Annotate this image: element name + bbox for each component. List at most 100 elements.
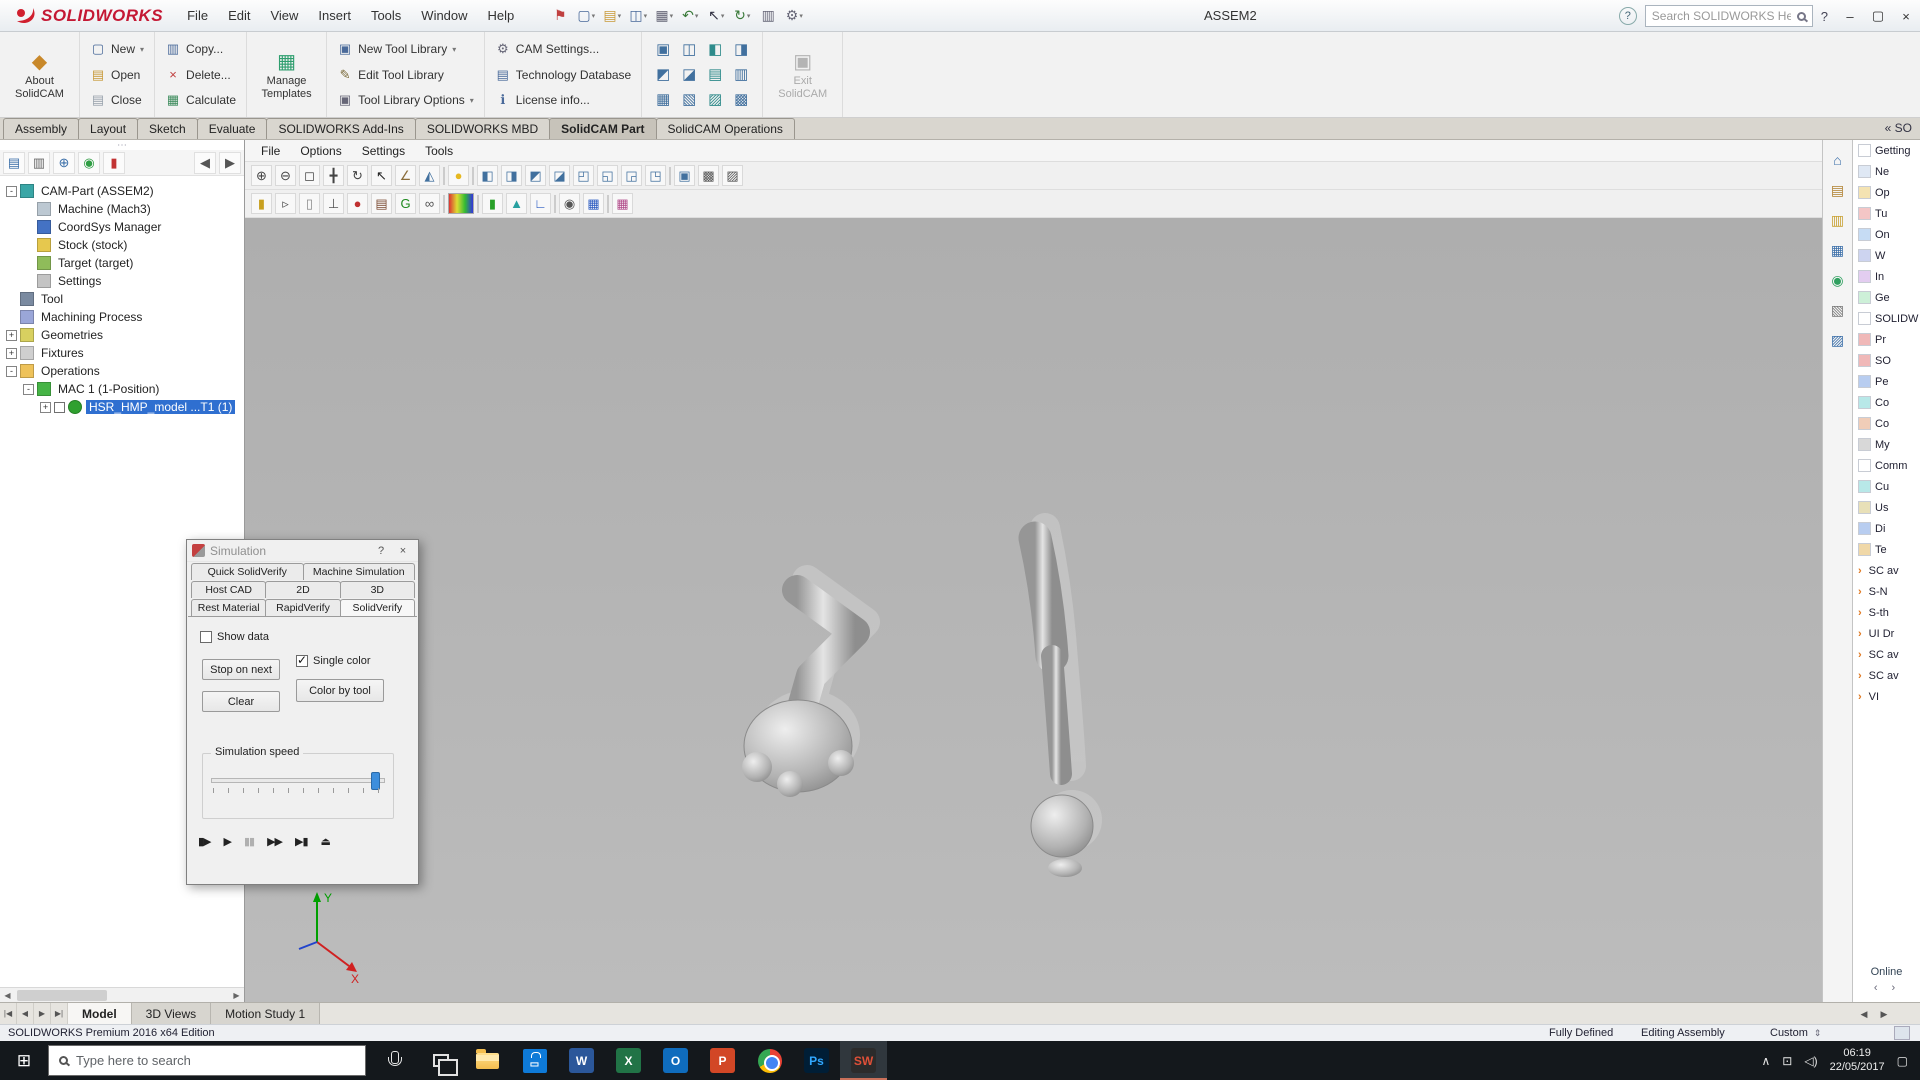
action-center-button[interactable]: ▢ — [1897, 1054, 1908, 1068]
close-button[interactable]: × — [1892, 2, 1920, 30]
select-button[interactable]: ↖ — [704, 4, 728, 28]
play-button[interactable]: ▶ — [224, 835, 231, 848]
taskpane-item[interactable]: In — [1853, 266, 1920, 287]
online-nav-arrows[interactable] — [1853, 982, 1920, 994]
show-holder-button[interactable]: ▲ — [506, 193, 527, 214]
measure-button[interactable]: ∠ — [395, 165, 416, 186]
taskpane-item[interactable]: Co — [1853, 413, 1920, 434]
tool-library-options-button[interactable]: ▣Tool Library Options — [337, 89, 474, 111]
color-scale[interactable] — [448, 193, 474, 214]
simulation-mode-tab[interactable]: Host CAD — [191, 581, 266, 598]
scroll-thumb[interactable] — [17, 990, 107, 1001]
simulation-mode-tab[interactable]: Rest Material — [191, 599, 266, 616]
license-info-button[interactable]: ℹLicense info... — [495, 89, 631, 111]
pane-right-button[interactable]: ▶ — [1874, 1003, 1894, 1025]
appearances-tab[interactable]: ◉ — [1828, 270, 1848, 290]
expander-icon[interactable]: + — [6, 330, 17, 341]
stop-on-next-button[interactable]: Stop on next — [202, 659, 280, 680]
edit-tool-library-button[interactable]: ✎Edit Tool Library — [337, 64, 474, 86]
machine-sim-button[interactable]: ▤ — [371, 193, 392, 214]
simulation-mode-tab[interactable]: Quick SolidVerify — [191, 563, 304, 580]
tree-tab-coordsys[interactable]: ⊕ — [53, 152, 75, 174]
new-tool-library-button[interactable]: ▣New Tool Library — [337, 38, 474, 60]
configuration-selector[interactable]: Custom — [1770, 1027, 1821, 1039]
command-tab[interactable]: Assembly — [3, 118, 79, 139]
taskpane-item[interactable]: Ne — [1853, 161, 1920, 182]
taskpane-item[interactable]: Ge — [1853, 287, 1920, 308]
eject-button[interactable]: ⏏ — [321, 835, 330, 848]
taskpane-item[interactable]: Co — [1853, 392, 1920, 413]
tree-item[interactable]: Settings — [0, 272, 244, 290]
zoom-in-button[interactable]: ⊕ — [251, 165, 272, 186]
help-search-input[interactable]: Search SOLIDWORKS Help — [1645, 5, 1813, 27]
view-right-button[interactable]: ◪ — [549, 165, 570, 186]
taskpane-item[interactable]: Te — [1853, 539, 1920, 560]
task-view-button[interactable] — [417, 1041, 464, 1080]
item-checkbox[interactable] — [54, 402, 65, 413]
scroll-right-icon[interactable] — [229, 988, 244, 1003]
report-button[interactable]: ▦ — [612, 193, 633, 214]
simulation-mode-tab[interactable]: SolidVerify — [340, 599, 415, 616]
menu-item[interactable]: Window — [411, 0, 477, 31]
cam-new-button[interactable]: ▢New — [90, 38, 144, 60]
taskpane-item[interactable]: UI Dr — [1853, 623, 1920, 644]
taskpane-item[interactable]: SOLIDW — [1853, 308, 1920, 329]
menu-item[interactable]: Help — [478, 0, 525, 31]
speed-slider[interactable] — [211, 778, 385, 783]
cortana-mic-button[interactable] — [370, 1041, 417, 1080]
tree-item[interactable]: - MAC 1 (1-Position) — [0, 380, 244, 398]
cam-utility-7[interactable]: ▤ — [704, 63, 726, 85]
menu-item[interactable]: Insert — [308, 0, 361, 31]
manage-templates-button[interactable]: Manage Templates — [247, 32, 327, 117]
pause-button[interactable]: ▮▮ — [244, 835, 254, 848]
dialog-close-button[interactable]: × — [393, 543, 413, 559]
store-button[interactable]: ▭ — [511, 1041, 558, 1080]
zoom-window-button[interactable]: ◻ — [299, 165, 320, 186]
command-tab[interactable]: SolidCAM Part — [549, 118, 656, 139]
taskpane-item[interactable]: W — [1853, 245, 1920, 266]
expander-icon[interactable]: + — [6, 348, 17, 359]
menu-item[interactable]: Edit — [218, 0, 260, 31]
last-view-button[interactable]: ▶| — [51, 1003, 68, 1024]
menu-item[interactable]: Tools — [361, 0, 411, 31]
cam-close-button[interactable]: ▤Close — [90, 89, 144, 111]
cam-utility-9[interactable]: ▦ — [652, 88, 674, 110]
about-solidcam-button[interactable]: About SolidCAM — [0, 32, 80, 117]
toolbar-button[interactable] — [669, 167, 671, 185]
show-tool-button[interactable]: ▮ — [482, 193, 503, 214]
section-button[interactable]: ◭ — [419, 165, 440, 186]
tree-item[interactable]: - CAM-Part (ASSEM2) — [0, 182, 244, 200]
step-button[interactable]: ▮▶ — [198, 835, 211, 848]
help-button[interactable]: ? — [1821, 9, 1828, 24]
next-view-button[interactable]: ▶ — [34, 1003, 51, 1024]
forward-button[interactable]: ▶▶ — [267, 835, 282, 848]
cam-utility-3[interactable]: ◧ — [704, 38, 726, 60]
taskpane-item[interactable]: S-N — [1853, 581, 1920, 602]
cam-utility-10[interactable]: ▧ — [678, 88, 700, 110]
clear-button[interactable]: Clear — [202, 691, 280, 712]
view-top-button[interactable]: ◰ — [573, 165, 594, 186]
cam-utility-1[interactable]: ▣ — [652, 38, 674, 60]
taskpane-item[interactable]: My — [1853, 434, 1920, 455]
show-hide-button[interactable]: ● — [448, 165, 469, 186]
pin-icon[interactable]: ⚑ — [548, 4, 572, 28]
minimize-button[interactable]: – — [1836, 2, 1864, 30]
file-explorer-tab[interactable]: ▥ — [1828, 210, 1848, 230]
view-left-button[interactable]: ◩ — [525, 165, 546, 186]
tree-tab-display[interactable]: ▥ — [28, 152, 50, 174]
taskpane-item[interactable]: Cu — [1853, 476, 1920, 497]
taskpane-item[interactable]: Comm — [1853, 455, 1920, 476]
to-end-button[interactable]: ▶▮ — [295, 835, 308, 848]
undo-button[interactable]: ↶ — [678, 4, 702, 28]
expander-icon[interactable]: - — [6, 186, 17, 197]
tree-tab-tools[interactable]: ▮ — [103, 152, 125, 174]
cam-utility-2[interactable]: ◫ — [678, 38, 700, 60]
tree-item[interactable]: + Geometries — [0, 326, 244, 344]
powerpoint-button[interactable]: P — [699, 1041, 746, 1080]
exit-solidcam-button[interactable]: Exit SolidCAM — [763, 32, 843, 117]
custom-properties-tab[interactable]: ▧ — [1828, 300, 1848, 320]
photoshop-button[interactable]: Ps — [793, 1041, 840, 1080]
taskpane-item[interactable]: VI — [1853, 686, 1920, 707]
tree-item[interactable]: CoordSys Manager — [0, 218, 244, 236]
simulation-mode-tab[interactable]: 2D — [265, 581, 340, 598]
